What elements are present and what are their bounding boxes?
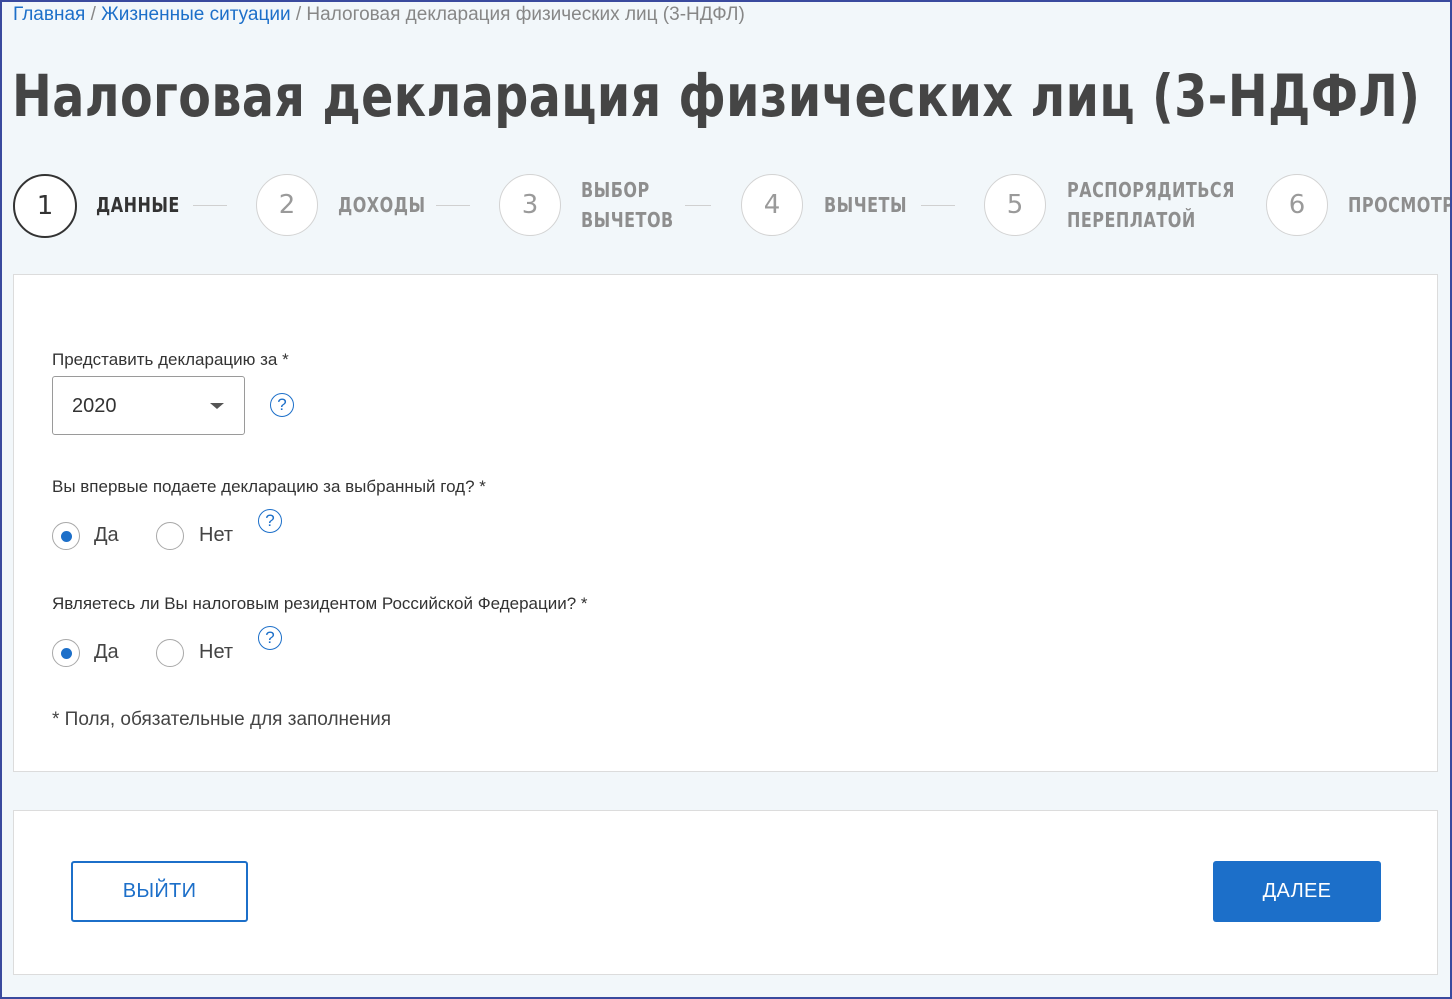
step-label: ДАННЫЕ (96, 193, 180, 217)
resident-no-label[interactable]: Нет (199, 641, 233, 664)
page-title: Налоговая декларация физических лиц (3-Н… (12, 62, 1421, 130)
step-number: 3 (499, 174, 561, 236)
resident-yes-label[interactable]: Да (94, 641, 119, 664)
resident-no-radio[interactable] (156, 639, 184, 667)
help-icon[interactable]: ? (258, 509, 282, 533)
help-icon[interactable]: ? (270, 393, 294, 417)
breadcrumb-separator: / (295, 4, 302, 25)
step-connector (685, 205, 711, 206)
next-button[interactable]: ДАЛЕЕ (1213, 861, 1381, 922)
breadcrumb-separator: / (90, 4, 96, 25)
required-fields-note: * Поля, обязательные для заполнения (52, 709, 391, 730)
step-label: ДОХОДЫ (338, 193, 426, 217)
first-time-question-label: Вы впервые подаете декларацию за выбранн… (52, 477, 486, 496)
breadcrumb-situations-link[interactable]: Жизненные ситуации (101, 4, 290, 25)
exit-button[interactable]: ВЫЙТИ (71, 861, 248, 922)
step-label: РАСПОРЯДИТЬСЯ ПЕРЕПЛАТОЙ (1067, 174, 1235, 236)
step-label-line: ПЕРЕПЛАТОЙ (1067, 208, 1196, 232)
year-field-label: Представить декларацию за * (52, 350, 289, 369)
year-select-value: 2020 (72, 395, 117, 417)
breadcrumb-home-link[interactable]: Главная (13, 4, 85, 25)
year-select[interactable]: 2020 (52, 376, 245, 435)
resident-yes-radio[interactable] (52, 639, 80, 667)
step-number: 1 (13, 174, 77, 238)
step-label: ВЫБОР ВЫЧЕТОВ (581, 174, 674, 236)
step-number: 6 (1266, 174, 1328, 236)
step-connector (921, 205, 955, 206)
step-connector (436, 205, 470, 206)
step-connector (193, 205, 227, 206)
resident-question-label: Являетесь ли Вы налоговым резидентом Рос… (52, 594, 588, 613)
form-card (13, 274, 1438, 772)
first-time-yes-label[interactable]: Да (94, 524, 119, 547)
help-icon[interactable]: ? (258, 626, 282, 650)
first-time-yes-radio[interactable] (52, 522, 80, 550)
step-number: 4 (741, 174, 803, 236)
step-label-line: ВЫЧЕТОВ (581, 208, 674, 232)
chevron-down-icon (210, 403, 224, 409)
breadcrumb-current: Налоговая декларация физических лиц (3-Н… (306, 4, 745, 25)
step-number: 5 (984, 174, 1046, 236)
step-label-line: РАСПОРЯДИТЬСЯ (1067, 178, 1235, 202)
step-label: ВЫЧЕТЫ (824, 193, 908, 217)
step-number: 2 (256, 174, 318, 236)
first-time-no-radio[interactable] (156, 522, 184, 550)
step-label: ПРОСМОТР (1348, 193, 1452, 217)
step-label-line: ВЫБОР (581, 178, 650, 202)
breadcrumb: Главная / Жизненные ситуации / Налоговая… (13, 4, 745, 26)
first-time-no-label[interactable]: Нет (199, 524, 233, 547)
